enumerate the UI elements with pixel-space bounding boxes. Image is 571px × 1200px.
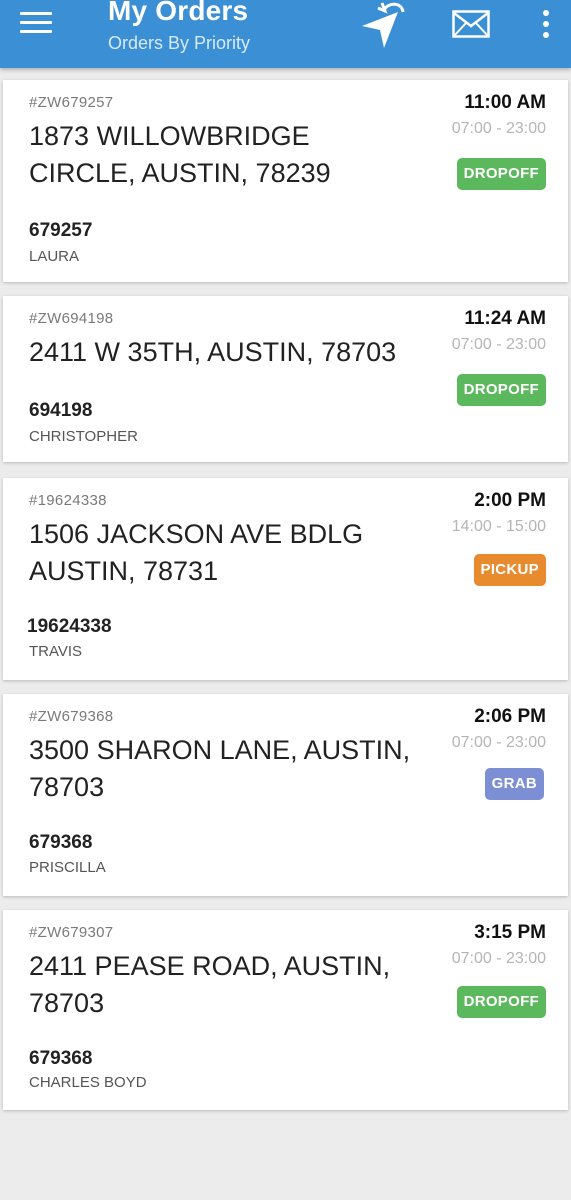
address-line-1: 1873 WILLOWBRIDGE <box>29 121 310 151</box>
mail-icon[interactable] <box>452 10 490 38</box>
status-badge: GRAB <box>484 768 544 800</box>
order-number: 19624338 <box>27 616 112 637</box>
time-window: 07:00 - 23:00 <box>451 950 546 967</box>
order-id: #ZW679307 <box>29 924 114 941</box>
order-card[interactable]: #ZW694198 2411 W 35TH, AUSTIN, 78703 11:… <box>3 296 568 462</box>
page-title: My Orders <box>108 0 249 26</box>
time-window: 07:00 - 23:00 <box>451 734 546 751</box>
order-number: 679368 <box>29 832 93 853</box>
customer-name: PRISCILLA <box>29 859 106 876</box>
status-badge: DROPOFF <box>456 158 546 190</box>
order-id: #ZW679368 <box>29 708 114 725</box>
address-line-1: 2411 PEASE ROAD, AUSTIN, <box>29 951 391 981</box>
address-line-1: 1506 JACKSON AVE BDLG <box>29 519 364 549</box>
app-bar: My Orders Orders By Priority <box>0 0 571 68</box>
order-address: 2411 W 35TH, AUSTIN, 78703 <box>29 334 429 371</box>
address-line-1: 2411 W 35TH, AUSTIN, 78703 <box>29 337 397 367</box>
order-time: 2:00 PM <box>474 490 546 511</box>
order-address: 3500 SHARON LANE, AUSTIN, 78703 <box>29 732 419 806</box>
order-number: 679257 <box>29 220 93 241</box>
order-id: #ZW679257 <box>29 94 114 111</box>
order-card[interactable]: #ZW679307 2411 PEASE ROAD, AUSTIN, 78703… <box>3 910 568 1110</box>
address-line-2: AUSTIN, 78731 <box>29 556 219 586</box>
address-line-2: CIRCLE, AUSTIN, 78239 <box>29 158 331 188</box>
order-time: 11:00 AM <box>464 92 546 113</box>
status-badge: DROPOFF <box>456 986 546 1018</box>
navigate-icon[interactable] <box>358 0 410 50</box>
address-line-1: 3500 SHARON LANE, AUSTIN, <box>29 735 411 765</box>
title-block: My Orders Orders By Priority <box>108 0 250 54</box>
order-time: 11:24 AM <box>464 308 546 329</box>
order-time: 2:06 PM <box>474 706 546 727</box>
order-number: 679368 <box>29 1048 93 1069</box>
order-time: 3:15 PM <box>474 922 546 943</box>
order-card[interactable]: #19624338 1506 JACKSON AVE BDLG AUSTIN, … <box>3 478 568 680</box>
page-subtitle: Orders By Priority <box>108 33 251 53</box>
order-card[interactable]: #ZW679368 3500 SHARON LANE, AUSTIN, 7870… <box>3 694 568 896</box>
order-id: #ZW694198 <box>29 310 114 327</box>
order-address: 1506 JACKSON AVE BDLG AUSTIN, 78731 <box>29 516 419 590</box>
time-window: 07:00 - 23:00 <box>451 120 546 137</box>
order-card[interactable]: #ZW679257 1873 WILLOWBRIDGE CIRCLE, AUST… <box>3 80 568 282</box>
customer-name: CHRISTOPHER <box>29 428 138 445</box>
time-window: 07:00 - 23:00 <box>451 336 546 353</box>
time-window: 14:00 - 15:00 <box>451 518 546 535</box>
customer-name: TRAVIS <box>29 643 83 660</box>
order-id: #19624338 <box>29 492 107 509</box>
more-vertical-icon[interactable] <box>534 6 558 42</box>
address-line-2: 78703 <box>29 988 105 1018</box>
status-badge: PICKUP <box>473 554 546 586</box>
customer-name: CHARLES BOYD <box>29 1074 147 1091</box>
order-address: 1873 WILLOWBRIDGE CIRCLE, AUSTIN, 78239 <box>29 118 419 192</box>
customer-name: LAURA <box>29 248 80 265</box>
address-line-2: 78703 <box>29 772 105 802</box>
order-address: 2411 PEASE ROAD, AUSTIN, 78703 <box>29 948 419 1022</box>
menu-icon[interactable] <box>18 10 54 38</box>
order-number: 694198 <box>29 400 93 421</box>
status-badge: DROPOFF <box>456 374 546 406</box>
